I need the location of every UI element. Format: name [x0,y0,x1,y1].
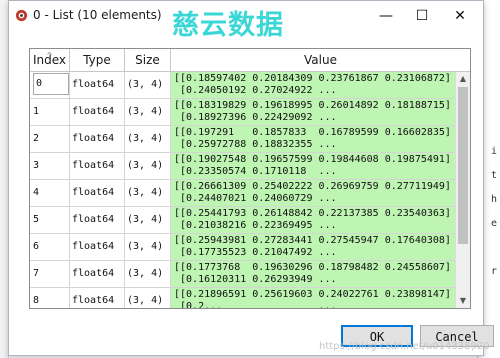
size-cell: (3, 4) [125,180,171,207]
background-char: t [490,170,497,181]
maximize-button[interactable]: ☐ [405,5,439,27]
table-row[interactable]: 1 float64 (3, 4) [[0.18319829 0.19618995… [30,99,470,126]
column-header-index[interactable]: ^ Index [30,49,70,71]
table-row[interactable]: 5 float64 (3, 4) [[0.25441793 0.26148842… [30,207,470,234]
column-header-label: Size [135,53,160,67]
size-cell: (3, 4) [125,126,171,153]
column-header-label: Type [83,53,111,67]
close-icon: ✕ [454,8,466,24]
scroll-up-arrow-icon[interactable]: ▲ [456,72,470,86]
value-cell[interactable]: [[0.1773768 0.19630296 0.18798482 0.2455… [171,261,470,288]
value-cell[interactable]: [[0.25943981 0.27283441 0.27545947 0.176… [171,234,470,261]
value-cell[interactable]: [[0.21896591 0.25619603 0.24022761 0.238… [171,288,470,308]
index-cell[interactable]: 8 [30,288,70,308]
column-header-size[interactable]: Size [125,49,171,71]
table-row[interactable]: 2 float64 (3, 4) [[0.197291 0.1857833 0.… [30,126,470,153]
background-char: r [490,266,497,277]
list-table: ^ Index Type Size Value 0 float64 (3, 4)… [29,48,471,309]
type-cell: float64 [70,99,125,126]
size-cell: (3, 4) [125,72,171,99]
sort-ascending-icon: ^ [46,51,53,60]
type-cell: float64 [70,180,125,207]
size-cell: (3, 4) [125,261,171,288]
list-editor-dialog: 0 - List (10 elements) 慈云数据 — ☐ ✕ ^ Inde… [8,0,494,356]
table-row[interactable]: 0 float64 (3, 4) [[0.18597402 0.20184309… [30,72,470,99]
vertical-scrollbar[interactable]: ▲ ▼ [455,72,470,308]
index-cell[interactable]: 0 [30,72,70,99]
watermark-text: 慈云数据 [172,10,284,41]
value-cell[interactable]: [[0.197291 0.1857833 0.16789599 0.166028… [171,126,470,153]
title-bar[interactable]: 0 - List (10 elements) 慈云数据 — ☐ ✕ [9,1,483,41]
table-row[interactable]: 7 float64 (3, 4) [[0.1773768 0.19630296 … [30,261,470,288]
column-header-type[interactable]: Type [70,49,125,71]
column-header-label: Value [304,53,337,67]
value-cell[interactable]: [[0.26661309 0.25402222 0.26969759 0.277… [171,180,470,207]
background-char: i [490,146,497,157]
index-cell[interactable]: 7 [30,261,70,288]
type-cell: float64 [70,126,125,153]
value-cell[interactable]: [[0.18597402 0.20184309 0.23761867 0.231… [171,72,470,99]
close-button[interactable]: ✕ [443,5,477,27]
index-cell[interactable]: 5 [30,207,70,234]
size-cell: (3, 4) [125,207,171,234]
type-cell: float64 [70,207,125,234]
minimize-icon: — [379,8,393,24]
value-cell[interactable]: [[0.18319829 0.19618995 0.26014892 0.181… [171,99,470,126]
value-cell[interactable]: [[0.25441793 0.26148842 0.22137385 0.235… [171,207,470,234]
background-char: e [490,218,497,229]
background-char: h [490,194,497,205]
type-cell: float64 [70,261,125,288]
type-cell: float64 [70,153,125,180]
table-row[interactable]: 8 float64 (3, 4) [[0.21896591 0.25619603… [30,288,470,308]
footer-credit: https://blog.csdn.net/u014338920 [319,341,490,352]
table-row[interactable]: 4 float64 (3, 4) [[0.26661309 0.25402222… [30,180,470,207]
type-cell: float64 [70,72,125,99]
minimize-button[interactable]: — [369,5,403,27]
index-value: 0 [33,73,69,95]
app-icon [15,9,28,22]
type-cell: float64 [70,234,125,261]
index-cell[interactable]: 1 [30,99,70,126]
table-body: 0 float64 (3, 4) [[0.18597402 0.20184309… [30,72,470,308]
column-header-value[interactable]: Value [171,49,470,71]
table-row[interactable]: 3 float64 (3, 4) [[0.19027548 0.19657599… [30,153,470,180]
index-cell[interactable]: 3 [30,153,70,180]
size-cell: (3, 4) [125,288,171,308]
size-cell: (3, 4) [125,99,171,126]
size-cell: (3, 4) [125,234,171,261]
index-cell[interactable]: 2 [30,126,70,153]
value-cell[interactable]: [[0.19027548 0.19657599 0.19844608 0.198… [171,153,470,180]
maximize-icon: ☐ [415,8,429,24]
index-cell[interactable]: 4 [30,180,70,207]
scroll-down-arrow-icon[interactable]: ▼ [456,294,470,308]
window-title: 0 - List (10 elements) [33,8,162,22]
index-cell[interactable]: 6 [30,234,70,261]
table-header: ^ Index Type Size Value [30,49,470,72]
table-row[interactable]: 6 float64 (3, 4) [[0.25943981 0.27283441… [30,234,470,261]
scrollbar-thumb[interactable] [458,87,468,244]
size-cell: (3, 4) [125,153,171,180]
type-cell: float64 [70,288,125,308]
